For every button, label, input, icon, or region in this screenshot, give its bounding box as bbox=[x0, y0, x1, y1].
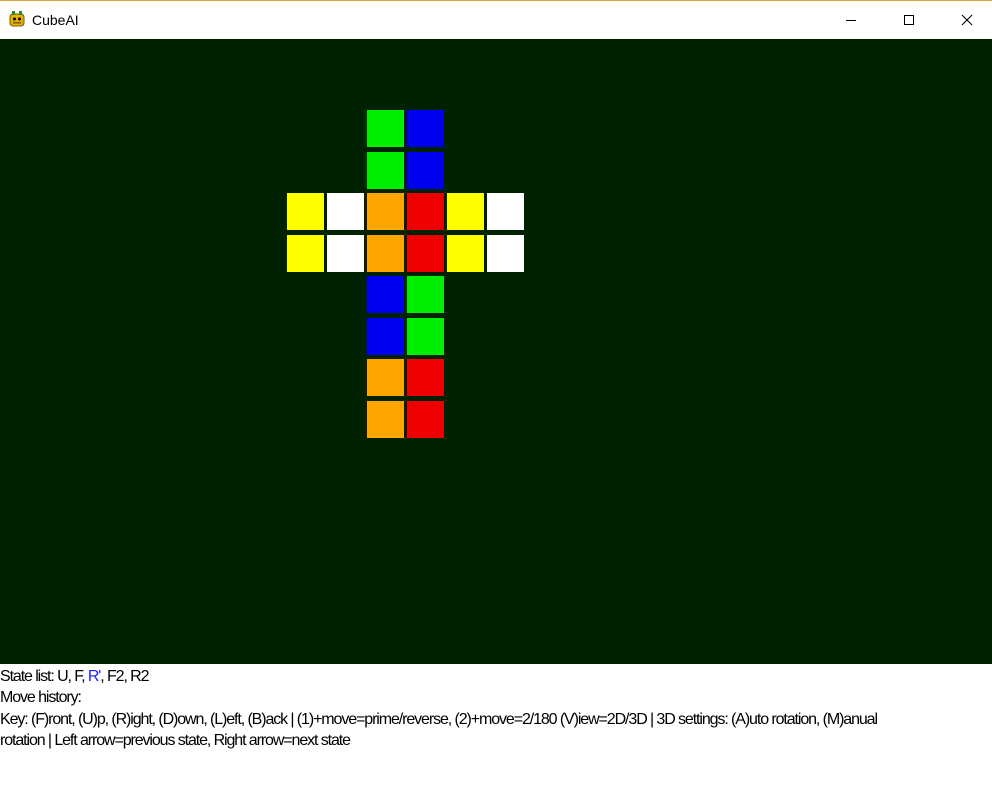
up-face-sticker bbox=[407, 110, 444, 147]
state-list-items: U, F, R', F2, R2 bbox=[57, 668, 149, 685]
down-face-sticker bbox=[367, 317, 404, 355]
front-face-sticker bbox=[367, 193, 404, 230]
left-face-sticker bbox=[287, 234, 324, 272]
up-face-sticker bbox=[367, 151, 404, 189]
down-face-sticker bbox=[407, 317, 444, 355]
state-separator: , bbox=[81, 668, 88, 685]
state-list: State list: U, F, R', F2, R2 bbox=[0, 666, 150, 687]
state-item: R2 bbox=[130, 668, 149, 685]
maximize-button[interactable] bbox=[886, 1, 932, 39]
front-face-sticker bbox=[367, 234, 404, 272]
front-face-sticker bbox=[407, 234, 444, 272]
front-face-sticker bbox=[407, 193, 444, 230]
key-help-line-2: rotation | Left arrow=previous state, Ri… bbox=[0, 732, 351, 749]
status-panel: State list: U, F, R', F2, R2 Move histor… bbox=[0, 664, 992, 785]
maximize-icon bbox=[904, 15, 914, 25]
window-title: CubeAI bbox=[32, 12, 79, 28]
left-face-sticker bbox=[327, 234, 364, 272]
key-help-line-1: Key: (F)ront, (U)p, (R)ight, (D)own, (L)… bbox=[0, 711, 878, 728]
right-face-sticker bbox=[447, 234, 484, 272]
right-face-sticker bbox=[447, 193, 484, 230]
left-face-sticker bbox=[287, 193, 324, 230]
up-face-sticker bbox=[367, 110, 404, 147]
up-face-sticker bbox=[407, 151, 444, 189]
left-face-sticker bbox=[327, 193, 364, 230]
state-item: F2 bbox=[106, 668, 125, 685]
down-face-sticker bbox=[367, 276, 404, 313]
back-face-sticker bbox=[407, 400, 444, 438]
cube-canvas[interactable] bbox=[0, 39, 992, 664]
minimize-icon bbox=[846, 20, 856, 21]
state-item: R' bbox=[87, 668, 102, 685]
state-item: U bbox=[57, 668, 69, 685]
state-separator: , bbox=[100, 668, 107, 685]
minimize-button[interactable] bbox=[828, 1, 874, 39]
move-history: Move history: bbox=[0, 689, 82, 706]
back-face-sticker bbox=[367, 359, 404, 396]
right-face-sticker bbox=[487, 234, 524, 272]
back-face-sticker bbox=[407, 359, 444, 396]
close-button[interactable] bbox=[944, 1, 990, 39]
close-icon bbox=[961, 14, 973, 26]
title-bar: CubeAI bbox=[0, 0, 992, 39]
state-list-label: State list: bbox=[0, 668, 58, 685]
right-face-sticker bbox=[487, 193, 524, 230]
down-face-sticker bbox=[407, 276, 444, 313]
app-icon bbox=[9, 11, 25, 27]
back-face-sticker bbox=[367, 400, 404, 438]
